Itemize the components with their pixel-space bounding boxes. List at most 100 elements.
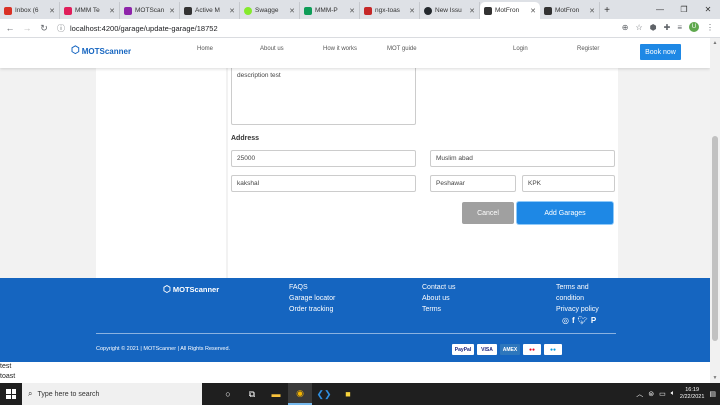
close-icon[interactable]: ✕ — [349, 7, 355, 15]
close-icon[interactable]: ✕ — [589, 7, 595, 15]
cancel-button[interactable]: Cancel — [462, 202, 514, 224]
nav-login[interactable]: Login — [513, 46, 528, 52]
browser-tab[interactable]: MOTScan ✕ — [120, 2, 180, 19]
browser-tab-bar: Inbox (6 ✕ MMM Te ✕ MOTScan ✕ Active M ✕ Swa… — [0, 0, 720, 19]
site-logo[interactable]: ⬡ MOTScanner — [71, 46, 131, 56]
street-input[interactable]: kakshal — [231, 175, 416, 192]
network-icon[interactable]: ⊜ — [648, 390, 654, 398]
close-icon[interactable]: ✕ — [289, 7, 295, 15]
window-controls: — ❐ ✕ — [648, 0, 720, 19]
search-icon: ⌕ — [28, 389, 33, 398]
slack-icon — [64, 6, 72, 15]
file-explorer-icon[interactable]: ▬ — [264, 383, 288, 405]
close-window-icon[interactable]: ✕ — [696, 0, 720, 19]
scroll-thumb[interactable] — [712, 136, 718, 341]
close-icon[interactable]: ✕ — [109, 7, 115, 15]
nav-home[interactable]: Home — [197, 46, 213, 52]
footer-link-contact-us[interactable]: Contact us — [422, 284, 455, 292]
footer-link-terms-condition[interactable]: Terms and — [556, 284, 599, 292]
cortana-icon[interactable]: ○ — [216, 383, 240, 405]
browser-tab[interactable]: New Issu ✕ — [420, 2, 480, 19]
visa-icon: VISA — [477, 344, 497, 355]
page-viewport: ⬡ MOTScanner Home About us How it works … — [0, 38, 710, 383]
pinterest-icon[interactable]: P — [591, 317, 596, 325]
browser-tab[interactable]: MotFron ✕ — [540, 2, 600, 19]
footer-column-help: FAQS Garage locator Order tracking — [289, 284, 335, 314]
twitter-icon[interactable]: 🐦︎ — [578, 317, 588, 325]
browser-tab[interactable]: MMM-P ✕ — [300, 2, 360, 19]
close-icon[interactable]: ✕ — [169, 7, 175, 15]
address-label: Address — [231, 135, 260, 142]
toast-title: toast — [0, 373, 16, 380]
footer-link-terms[interactable]: Terms — [422, 306, 455, 314]
clock[interactable]: 16:19 2/22/2021 — [680, 387, 704, 401]
close-icon[interactable]: ✕ — [469, 7, 475, 15]
footer-link-terms-condition-2[interactable]: condition — [556, 295, 599, 303]
reload-icon[interactable]: ↻ — [37, 23, 51, 34]
browser-tab[interactable]: Active M ✕ — [180, 2, 240, 19]
close-icon[interactable]: ✕ — [229, 7, 235, 15]
browser-tab[interactable]: MMM Te ✕ — [60, 2, 120, 19]
bookmark-star-icon[interactable]: ☆ — [635, 23, 642, 32]
nav-mot-guide[interactable]: MOT guide — [387, 46, 417, 52]
postcode-input[interactable]: 25000 — [231, 150, 416, 167]
city-input[interactable]: Peshawar — [430, 175, 516, 192]
facebook-icon[interactable]: f — [572, 317, 575, 325]
footer-link-faqs[interactable]: FAQS — [289, 284, 335, 292]
sticky-notes-icon[interactable]: ■ — [336, 383, 360, 405]
extension-icon[interactable]: ⬢ — [650, 23, 657, 32]
nav-how-it-works[interactable]: How it works — [323, 46, 357, 52]
info-icon[interactable]: ⓘ — [57, 23, 65, 34]
instagram-icon[interactable]: ◎ — [562, 317, 569, 325]
maestro-icon: ●● — [544, 344, 562, 355]
close-icon[interactable]: ✕ — [530, 7, 536, 15]
taskbar-search[interactable]: ⌕ Type here to search — [22, 383, 202, 405]
xd-icon — [124, 6, 132, 15]
profile-avatar[interactable]: U — [689, 22, 699, 32]
scroll-up-icon[interactable]: ▲ — [710, 38, 720, 48]
nav-register[interactable]: Register — [577, 46, 599, 52]
browser-tab[interactable]: Inbox (6 ✕ — [0, 2, 60, 19]
logo-hexagon-icon: ⬡ — [163, 284, 171, 294]
footer-link-about-us[interactable]: About us — [422, 295, 455, 303]
area-input[interactable]: Muslim abad — [430, 150, 615, 167]
task-view-icon[interactable]: ⧉ — [240, 383, 264, 405]
footer-link-order-tracking[interactable]: Order tracking — [289, 306, 335, 314]
chevron-up-icon[interactable]: ︿ — [636, 389, 643, 399]
minimize-icon[interactable]: — — [648, 0, 672, 19]
new-tab-button[interactable]: + — [600, 2, 614, 19]
browser-tab[interactable]: ngx-toas ✕ — [360, 2, 420, 19]
battery-icon[interactable]: ▭ — [659, 390, 666, 398]
scroll-down-icon[interactable]: ▼ — [710, 373, 720, 383]
footer-link-privacy-policy[interactable]: Privacy policy — [556, 306, 599, 314]
page-scrollbar[interactable]: ▲ ▼ — [710, 38, 720, 383]
vscode-icon[interactable]: ❮❯ — [312, 383, 336, 405]
close-icon[interactable]: ✕ — [49, 7, 55, 15]
restore-icon[interactable]: ❐ — [672, 0, 696, 19]
browser-tab[interactable]: Swagge ✕ — [240, 2, 300, 19]
nav-about-us[interactable]: About us — [260, 46, 284, 52]
start-button[interactable] — [0, 383, 22, 405]
menu-icon[interactable]: ⋮ — [706, 23, 714, 32]
chrome-icon[interactable]: ◉ — [288, 383, 312, 405]
address-bar[interactable]: ⓘ localhost:4200/garage/update-garage/18… — [57, 23, 597, 34]
volume-icon[interactable]: 🔈︎ — [671, 390, 675, 398]
description-textarea[interactable]: description test — [231, 66, 416, 125]
back-icon[interactable]: ← — [3, 23, 17, 33]
npm-icon — [364, 6, 372, 15]
footer-link-garage-locator[interactable]: Garage locator — [289, 295, 335, 303]
queue-icon[interactable]: ≡ — [677, 23, 682, 32]
puzzle-icon[interactable]: ✚ — [664, 23, 671, 32]
add-garages-button[interactable]: Add Garages — [517, 202, 613, 224]
sheets-icon — [304, 6, 312, 15]
zoom-icon[interactable]: ⊕ — [622, 23, 629, 32]
forward-icon[interactable]: → — [20, 23, 34, 33]
site-icon — [184, 6, 192, 15]
notification-icon[interactable]: ▤ — [709, 390, 716, 398]
province-input[interactable]: KPK — [522, 175, 615, 192]
browser-tab-active[interactable]: MotFron ✕ — [480, 2, 540, 19]
book-now-button[interactable]: Book now — [640, 44, 681, 60]
amex-icon: AMEX — [500, 344, 520, 355]
footer-logo[interactable]: ⬡ MOTScanner — [163, 284, 219, 295]
close-icon[interactable]: ✕ — [409, 7, 415, 15]
